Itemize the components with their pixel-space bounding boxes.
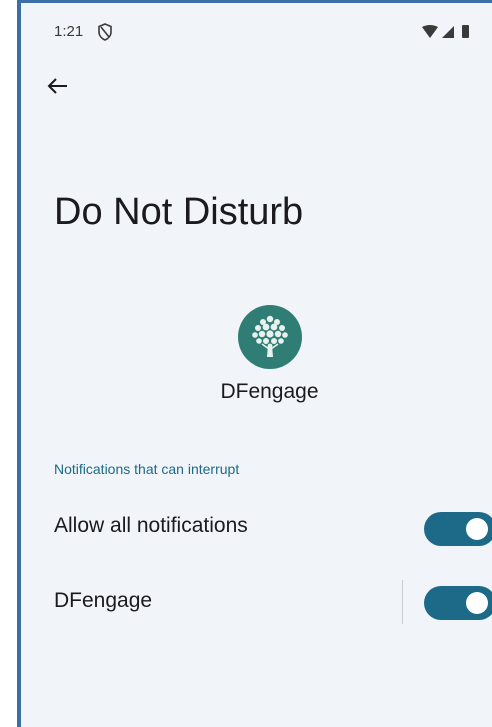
signal-icon [442,26,454,38]
allow-all-notifications-toggle[interactable] [424,512,492,546]
toggle-thumb [466,518,488,540]
app-notification-row[interactable]: DFengage [21,573,492,633]
status-bar: 1:21 [21,3,492,41]
phone-screen: 1:21 Do Not Disturb DFengage Notificatio… [17,0,492,727]
battery-icon [462,25,469,38]
status-icons [422,25,469,38]
page-title: Do Not Disturb [54,191,304,233]
app-notification-toggle[interactable] [424,586,492,620]
app-notification-label: DFengage [54,589,153,612]
allow-all-notifications-row[interactable]: Allow all notifications [21,498,492,558]
tree-icon [238,305,302,369]
app-name: DFengage [220,380,319,403]
shield-icon [98,23,112,41]
toggle-thumb [466,592,488,614]
status-time: 1:21 [54,23,84,40]
wifi-icon [422,25,438,38]
arrow-back-icon[interactable] [45,73,71,99]
section-header: Notifications that can interrupt [54,461,240,477]
allow-all-notifications-label: Allow all notifications [54,514,248,537]
